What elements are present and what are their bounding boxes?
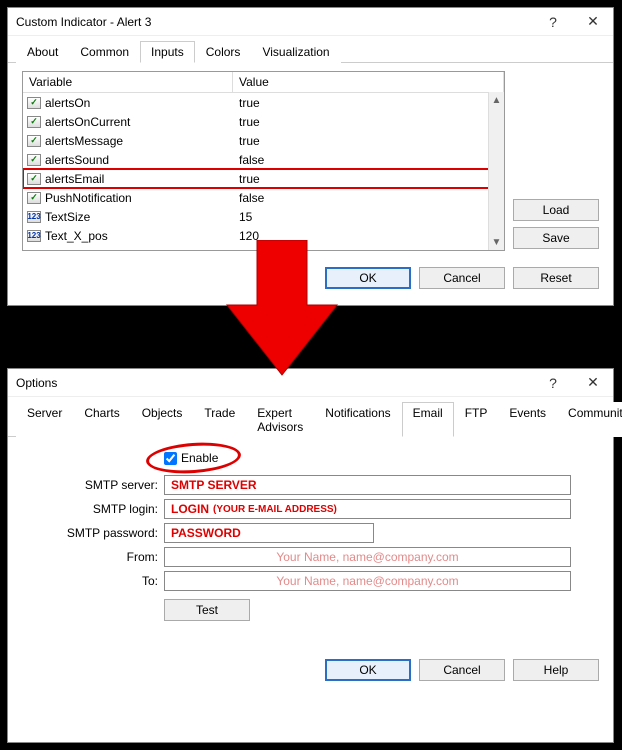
tab-inputs[interactable]: Inputs <box>140 41 195 63</box>
table-row[interactable]: ✓ alertsOnCurrent true <box>23 112 504 131</box>
tab-notifications[interactable]: Notifications <box>314 402 401 437</box>
inputs-grid[interactable]: Variable Value ✓ alertsOn true ✓ alertsOnCur… <box>22 71 505 251</box>
tab-server[interactable]: Server <box>16 402 73 437</box>
col-variable[interactable]: Variable <box>23 72 233 92</box>
smtp-login-field[interactable]: LOGIN (YOUR E-MAIL ADDRESS) <box>164 499 571 519</box>
tab-common[interactable]: Common <box>69 41 140 63</box>
variable-name: TextSize <box>45 210 90 224</box>
tab-objects[interactable]: Objects <box>131 402 194 437</box>
tab-events[interactable]: Events <box>498 402 557 437</box>
options-dialog: Options ? ✕ ServerChartsObjectsTradeExpe… <box>7 368 614 743</box>
tab-community[interactable]: Community <box>557 402 622 437</box>
tabstrip: ServerChartsObjectsTradeExpert AdvisorsN… <box>8 397 613 437</box>
reset-button[interactable]: Reset <box>513 267 599 289</box>
scrollbar[interactable]: ▲ ▼ <box>488 92 504 250</box>
tab-about[interactable]: About <box>16 41 69 63</box>
help-button[interactable]: Help <box>513 659 599 681</box>
tab-colors[interactable]: Colors <box>195 41 252 63</box>
variable-name: alertsOn <box>45 96 90 110</box>
bool-type-icon: ✓ <box>27 154 41 166</box>
titlebar: Custom Indicator - Alert 3 ? ✕ <box>8 8 613 36</box>
variable-value[interactable]: false <box>233 153 504 167</box>
scroll-up-icon[interactable]: ▲ <box>489 92 504 108</box>
tab-expert-advisors[interactable]: Expert Advisors <box>246 402 314 437</box>
load-button[interactable]: Load <box>513 199 599 221</box>
cancel-button[interactable]: Cancel <box>419 267 505 289</box>
variable-value[interactable]: 15 <box>233 210 504 224</box>
smtp-login-value: LOGIN <box>171 502 209 516</box>
from-label: From: <box>22 550 164 564</box>
variable-name: Text_X_pos <box>45 229 108 243</box>
variable-name: alertsMessage <box>45 134 123 148</box>
bool-type-icon: ✓ <box>27 116 41 128</box>
col-value[interactable]: Value <box>233 72 504 92</box>
tab-trade[interactable]: Trade <box>193 402 246 437</box>
smtp-password-label: SMTP password: <box>22 526 164 540</box>
table-row[interactable]: ✓ alertsSound false <box>23 150 504 169</box>
close-icon[interactable]: ✕ <box>573 369 613 397</box>
smtp-login-note: (YOUR E-MAIL ADDRESS) <box>213 504 337 515</box>
int-type-icon: 123 <box>27 230 41 242</box>
to-label: To: <box>22 574 164 588</box>
variable-name: alertsOnCurrent <box>45 115 130 129</box>
ok-button[interactable]: OK <box>325 659 411 681</box>
bool-type-icon: ✓ <box>27 97 41 109</box>
table-row[interactable]: ✓ alertsEmail true <box>23 169 504 188</box>
tab-ftp[interactable]: FTP <box>454 402 499 437</box>
variable-value[interactable]: true <box>233 96 504 110</box>
help-icon[interactable]: ? <box>533 8 573 36</box>
from-field[interactable]: Your Name, name@company.com <box>164 547 571 567</box>
variable-name: alertsSound <box>45 153 109 167</box>
variable-value[interactable]: false <box>233 191 504 205</box>
bool-type-icon: ✓ <box>27 135 41 147</box>
table-row[interactable]: 123 TextSize 15 <box>23 207 504 226</box>
grid-header: Variable Value <box>23 72 504 93</box>
to-field[interactable]: Your Name, name@company.com <box>164 571 571 591</box>
smtp-server-field[interactable]: SMTP SERVER <box>164 475 571 495</box>
variable-value[interactable]: true <box>233 172 504 186</box>
variable-value[interactable]: true <box>233 115 504 129</box>
dialog-title: Custom Indicator - Alert 3 <box>16 15 533 29</box>
test-button[interactable]: Test <box>164 599 250 621</box>
cancel-button[interactable]: Cancel <box>419 659 505 681</box>
bool-type-icon: ✓ <box>27 173 41 185</box>
help-icon[interactable]: ? <box>533 369 573 397</box>
table-row[interactable]: ✓ PushNotification false <box>23 188 504 207</box>
tab-visualization[interactable]: Visualization <box>251 41 340 63</box>
smtp-login-label: SMTP login: <box>22 502 164 516</box>
enable-label: Enable <box>181 451 218 465</box>
tabstrip: AboutCommonInputsColorsVisualization <box>8 36 613 63</box>
bool-type-icon: ✓ <box>27 192 41 204</box>
table-row[interactable]: ✓ alertsMessage true <box>23 131 504 150</box>
scroll-down-icon[interactable]: ▼ <box>489 234 504 250</box>
tab-charts[interactable]: Charts <box>73 402 130 437</box>
smtp-password-field[interactable]: PASSWORD <box>164 523 374 543</box>
variable-value[interactable]: true <box>233 134 504 148</box>
close-icon[interactable]: ✕ <box>573 8 613 36</box>
variable-name: PushNotification <box>45 191 132 205</box>
tab-email[interactable]: Email <box>402 402 454 437</box>
int-type-icon: 123 <box>27 211 41 223</box>
annotation-arrow-icon <box>222 240 342 380</box>
enable-checkbox[interactable] <box>164 452 177 465</box>
save-button[interactable]: Save <box>513 227 599 249</box>
table-row[interactable]: ✓ alertsOn true <box>23 93 504 112</box>
variable-name: alertsEmail <box>45 172 104 186</box>
smtp-server-label: SMTP server: <box>22 478 164 492</box>
